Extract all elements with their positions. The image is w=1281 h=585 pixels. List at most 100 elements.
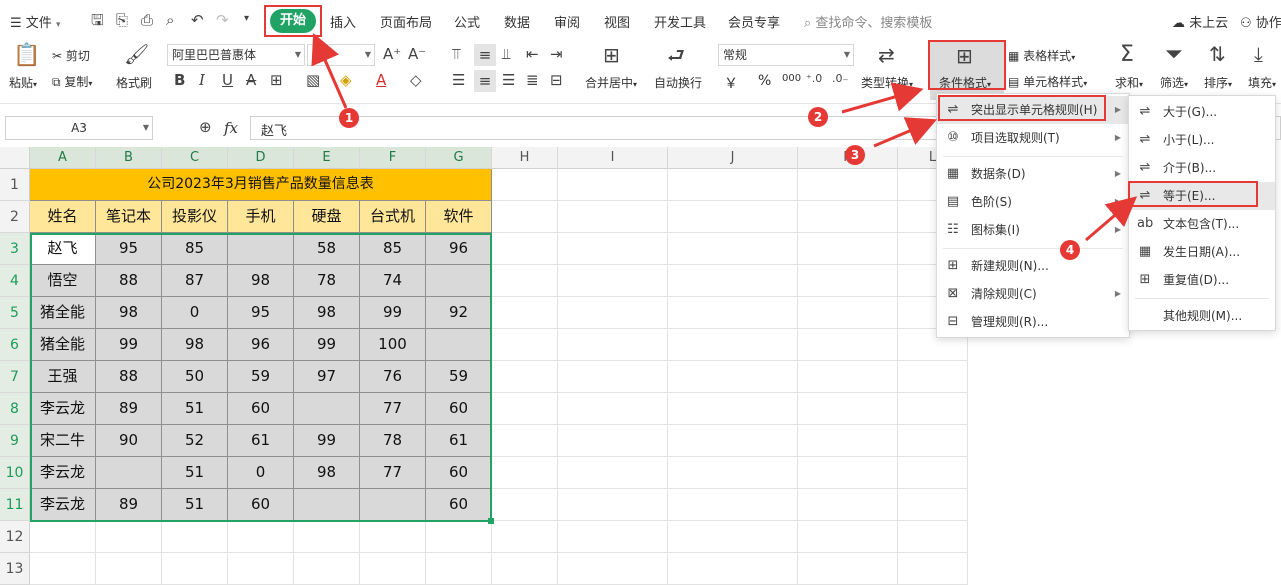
export-pdf-icon[interactable]: ⎘ [116, 13, 128, 28]
table-cell-value[interactable]: 51 [162, 489, 228, 521]
menu-item-less-than[interactable]: ⇌ 小于(L)... [1129, 126, 1275, 154]
row-header[interactable]: 11 [0, 489, 30, 521]
sigma-icon[interactable]: Σ [1120, 44, 1134, 66]
column-header[interactable]: J [668, 147, 798, 169]
menu-item-greater-than[interactable]: ⇌ 大于(G)... [1129, 98, 1275, 126]
table-cell-value[interactable]: 85 [162, 233, 228, 265]
table-cell-value[interactable]: 98 [162, 329, 228, 361]
table-cell-value[interactable]: 85 [360, 233, 426, 265]
tab-page-layout[interactable]: 页面布局 [380, 12, 432, 31]
table-cell-value[interactable]: 89 [96, 393, 162, 425]
menu-item-new-rule[interactable]: ⊞ 新建规则(N)... [937, 252, 1129, 280]
merge-center-button[interactable]: 合并居中▾ [585, 74, 637, 91]
table-cell-value[interactable]: 99 [96, 329, 162, 361]
menu-item-date-occurring[interactable]: ▦ 发生日期(A)... [1129, 238, 1275, 266]
type-convert-button[interactable]: 类型转换▾ [861, 74, 913, 91]
indent-increase-icon[interactable]: ⇥ [550, 47, 563, 62]
row-header[interactable]: 3 [0, 233, 30, 265]
table-cell-value[interactable]: 92 [426, 297, 492, 329]
paste-icon[interactable]: 📋 [13, 45, 40, 67]
table-header-cell[interactable]: 软件 [426, 201, 492, 233]
table-header-cell[interactable]: 姓名 [30, 201, 96, 233]
filter-icon[interactable]: ⏷ [1165, 44, 1183, 66]
table-header-cell[interactable]: 硬盘 [294, 201, 360, 233]
sum-button[interactable]: 求和▾ [1115, 74, 1143, 91]
strikethrough-icon[interactable]: A [246, 73, 256, 88]
table-cell-value[interactable]: 78 [360, 425, 426, 457]
select-all-corner[interactable] [0, 147, 30, 169]
justify-icon[interactable]: ≣ [526, 73, 539, 88]
tab-insert[interactable]: 插入 [330, 12, 356, 31]
table-cell-value[interactable] [360, 489, 426, 521]
fill-down-icon[interactable]: ⤓ [1254, 44, 1263, 64]
table-cell-value[interactable]: 98 [228, 265, 294, 297]
table-cell-value[interactable]: 77 [360, 457, 426, 489]
border-icon[interactable]: ⊞ [270, 73, 283, 88]
table-header-cell[interactable]: 台式机 [360, 201, 426, 233]
fill-handle[interactable] [488, 518, 494, 524]
menu-item-color-scales[interactable]: ▤ 色阶(S) ▶ [937, 188, 1129, 216]
tab-data[interactable]: 数据 [504, 12, 530, 31]
row-header[interactable]: 10 [0, 457, 30, 489]
merge-center-icon[interactable]: ⊞ [603, 45, 620, 65]
table-cell-name[interactable]: 王强 [30, 361, 96, 393]
row-header[interactable]: 6 [0, 329, 30, 361]
menu-item-text-contains[interactable]: ab 文本包含(T)... [1129, 210, 1275, 238]
table-header-cell[interactable]: 笔记本 [96, 201, 162, 233]
table-cell-value[interactable]: 76 [360, 361, 426, 393]
table-cell-value[interactable]: 95 [228, 297, 294, 329]
percent-format-button[interactable]: % [758, 73, 771, 89]
table-cell-value[interactable] [228, 233, 294, 265]
menu-item-icon-sets[interactable]: ☷ 图标集(I) ▶ [937, 216, 1129, 244]
table-header-cell[interactable]: 手机 [228, 201, 294, 233]
collab-button[interactable]: ⚇ 协作 [1240, 12, 1281, 31]
indent-decrease-icon[interactable]: ⇤ [526, 47, 539, 62]
font-color-icon[interactable]: A [376, 73, 386, 88]
tab-developer[interactable]: 开发工具 [654, 12, 706, 31]
table-cell-value[interactable]: 60 [228, 393, 294, 425]
table-cell-value[interactable]: 78 [294, 265, 360, 297]
menu-item-equal-to[interactable]: ⇌ 等于(E)... [1129, 182, 1275, 210]
table-cell-value[interactable]: 77 [360, 393, 426, 425]
cell-style-button[interactable]: ▤ 单元格样式▾ [1008, 73, 1087, 90]
type-convert-icon[interactable]: ⇄ [878, 45, 895, 65]
fx-button[interactable]: fx [224, 119, 238, 137]
table-cell-name[interactable]: 李云龙 [30, 393, 96, 425]
align-left-icon[interactable]: ☰ [452, 73, 465, 88]
table-header-cell[interactable]: 投影仪 [162, 201, 228, 233]
tab-review[interactable]: 审阅 [554, 12, 580, 31]
table-cell-value[interactable]: 61 [228, 425, 294, 457]
tab-member[interactable]: 会员专享 [728, 12, 780, 31]
column-header[interactable]: F [360, 147, 426, 169]
menu-item-highlight-rules[interactable]: ⇌ 突出显示单元格规则(H) ▶ [937, 96, 1129, 124]
table-cell-value[interactable]: 74 [360, 265, 426, 297]
table-cell-value[interactable]: 96 [228, 329, 294, 361]
table-cell-value[interactable]: 60 [426, 393, 492, 425]
cut-button[interactable]: ✂ 剪切 [52, 47, 90, 64]
table-cell-value[interactable]: 52 [162, 425, 228, 457]
column-header[interactable]: H [492, 147, 558, 169]
table-cell-value[interactable]: 99 [360, 297, 426, 329]
tab-view[interactable]: 视图 [604, 12, 630, 31]
column-header[interactable]: B [96, 147, 162, 169]
cell-style-quick-icon[interactable]: ▧ [306, 73, 320, 88]
table-cell-value[interactable]: 87 [162, 265, 228, 297]
row-header[interactable]: 4 [0, 265, 30, 297]
currency-format-button[interactable]: ￥ [724, 73, 738, 93]
format-painter-icon[interactable]: 🖌 [124, 44, 149, 64]
decrease-font-icon[interactable]: A⁻ [408, 47, 426, 62]
table-cell-value[interactable] [426, 265, 492, 297]
row-header[interactable]: 5 [0, 297, 30, 329]
table-cell-value[interactable]: 0 [162, 297, 228, 329]
table-cell-value[interactable]: 59 [228, 361, 294, 393]
table-cell-name[interactable]: 悟空 [30, 265, 96, 297]
sort-icon[interactable]: ⇅ [1209, 44, 1226, 64]
table-cell-value[interactable]: 89 [96, 489, 162, 521]
align-top-icon[interactable]: ⫪ [452, 47, 460, 62]
tab-formula[interactable]: 公式 [454, 12, 480, 31]
clear-format-icon[interactable]: ◇ [410, 73, 422, 88]
table-cell-value[interactable]: 58 [294, 233, 360, 265]
decrease-decimal-icon[interactable]: .0₋ [832, 73, 848, 84]
align-center-icon[interactable]: ≡ [474, 70, 496, 92]
table-cell-value[interactable]: 59 [426, 361, 492, 393]
